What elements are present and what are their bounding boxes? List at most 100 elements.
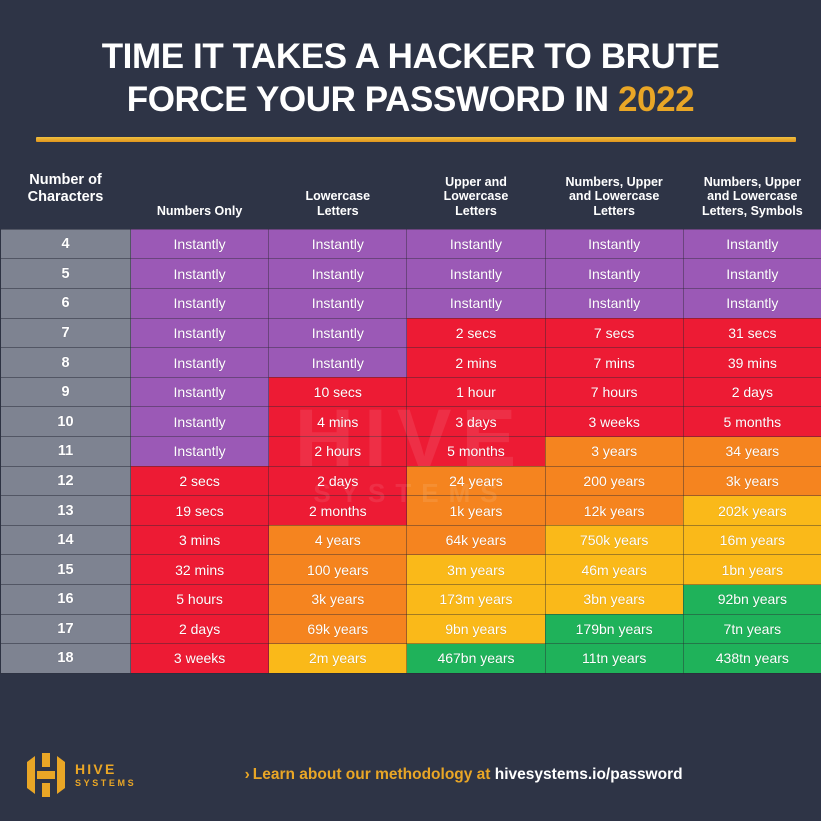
crack-time-cell: Instantly — [682, 288, 821, 319]
crack-time-cell: 2 days — [268, 465, 408, 497]
crack-time-cell: 4 mins — [268, 406, 408, 438]
column-header-line: Lowercase — [443, 189, 509, 204]
crack-time-cell: 10 secs — [268, 376, 408, 408]
column-header-line: Characters — [27, 189, 104, 206]
crack-time-cell: Instantly — [268, 317, 408, 349]
table-row: 14 3 mins 4 years 64k years 750k years 16m ye… — [0, 524, 821, 556]
column-header-line: Lowercase — [305, 189, 371, 204]
title-year: 2022 — [617, 79, 695, 119]
crack-time-cell: 2m years — [268, 643, 408, 674]
table-header: Number of Characters Numbers Only Lowercase… — [0, 157, 821, 230]
crack-time-cell: Instantly — [406, 288, 546, 319]
crack-time-cell: 173m years — [406, 584, 546, 615]
table-row: 18 3 weeks 2m years 467bn years 11tn years 43… — [0, 643, 821, 674]
crack-time-cell: 2 hours — [268, 436, 408, 467]
crack-time-cell: 11tn years — [544, 643, 684, 674]
crack-time-cell: 31 secs — [682, 317, 821, 349]
crack-time-cell: Instantly — [682, 258, 821, 290]
crack-time-cell: 16m years — [682, 524, 821, 556]
table-row: 10 Instantly 4 mins 3 days 3 weeks 5 months — [0, 406, 821, 438]
crack-time-cell: Instantly — [406, 258, 546, 290]
column-header-line: Letters, Symbols — [701, 204, 803, 219]
character-count-cell: 18 — [0, 643, 131, 674]
column-header-line: Letters — [455, 204, 497, 219]
title-line-1: TIME IT TAKES A HACKER TO BRUTE — [101, 37, 720, 76]
crack-time-cell: 3 years — [544, 436, 684, 467]
crack-time-cell: 5 months — [682, 406, 821, 438]
column-header-line: Numbers Only — [156, 204, 243, 219]
crack-time-cell: 64k years — [406, 524, 546, 556]
crack-time-cell: Instantly — [544, 228, 684, 260]
crack-time-cell: 19 secs — [129, 495, 270, 526]
table-row: 11 Instantly 2 hours 5 months 3 years 34 year… — [0, 436, 821, 467]
crack-time-cell: 3k years — [268, 584, 408, 615]
crack-time-cell: 7 mins — [544, 347, 684, 378]
character-count-cell: 7 — [0, 317, 131, 349]
crack-time-cell: 179bn years — [544, 613, 684, 645]
chevron-right-icon: › — [244, 766, 250, 783]
crack-time-cell: 3m years — [406, 554, 546, 585]
crack-time-cell: 32 mins — [129, 554, 270, 585]
crack-time-cell: 3bn years — [544, 584, 684, 615]
hive-systems-logo[interactable]: HIVE SYSTEMS — [26, 751, 136, 799]
crack-time-cell: 3k years — [682, 465, 821, 497]
crack-time-cell: 1k years — [406, 495, 546, 526]
crack-time-cell: Instantly — [268, 347, 408, 378]
character-count-cell: 17 — [0, 613, 131, 645]
table-row: 13 19 secs 2 months 1k years 12k years 202k y… — [0, 495, 821, 526]
password-crack-time-table: Number of Characters Numbers Only Lowercase… — [0, 157, 821, 674]
crack-time-cell: 2 mins — [406, 347, 546, 378]
crack-time-cell: Instantly — [544, 288, 684, 319]
logo-word-hive: HIVE — [75, 760, 117, 777]
crack-time-cell: 5 months — [406, 436, 546, 467]
crack-time-cell: 34 years — [682, 436, 821, 467]
hive-systems-wordmark: HIVE SYSTEMS — [75, 762, 136, 788]
column-header-line: Number of — [29, 171, 102, 188]
crack-time-cell: 202k years — [682, 495, 821, 526]
crack-time-cell: Instantly — [129, 406, 270, 438]
methodology-link[interactable]: › Learn about our methodology at hivesyst… — [136, 766, 821, 784]
crack-time-cell: Instantly — [129, 376, 270, 408]
crack-time-cell: 1 hour — [406, 376, 546, 408]
crack-time-cell: 24 years — [406, 465, 546, 497]
crack-time-cell: 2 secs — [129, 465, 270, 497]
table-row: 7 Instantly Instantly 2 secs 7 secs 31 secs — [0, 317, 821, 349]
gold-divider — [36, 137, 796, 143]
character-count-cell: 15 — [0, 554, 131, 585]
table-body: 4 Instantly Instantly Instantly Instantly Ins… — [0, 228, 821, 674]
table-row: 17 2 days 69k years 9bn years 179bn years 7tn… — [0, 613, 821, 645]
character-count-cell: 9 — [0, 376, 131, 408]
crack-time-cell: 467bn years — [406, 643, 546, 674]
crack-time-cell: 1bn years — [682, 554, 821, 585]
infographic-header: TIME IT TAKES A HACKER TO BRUTE FORCE YO… — [0, 0, 821, 143]
table-header-row: Number of Characters Numbers Only Lowercase… — [0, 157, 821, 230]
crack-time-cell: Instantly — [682, 228, 821, 260]
crack-time-cell: Instantly — [268, 258, 408, 290]
crack-time-cell: Instantly — [129, 317, 270, 349]
column-header-line: Numbers, Upper — [703, 174, 801, 189]
crack-time-cell: 3 weeks — [129, 643, 270, 674]
table-row: 9 Instantly 10 secs 1 hour 7 hours 2 days — [0, 376, 821, 408]
page-title: TIME IT TAKES A HACKER TO BRUTE FORCE YO… — [36, 36, 785, 121]
crack-time-cell: Instantly — [129, 288, 270, 319]
column-header-line: Letters — [316, 204, 359, 219]
crack-time-cell: 2 secs — [406, 317, 546, 349]
crack-time-cell: 2 months — [268, 495, 408, 526]
crack-time-cell: 750k years — [544, 524, 684, 556]
crack-time-cell: 7 secs — [544, 317, 684, 349]
crack-time-cell: Instantly — [544, 258, 684, 290]
crack-time-cell: Instantly — [268, 288, 408, 319]
crack-time-cell: Instantly — [129, 258, 270, 290]
crack-time-cell: 39 mins — [682, 347, 821, 378]
column-header-line: Letters — [593, 204, 635, 219]
methodology-link-text: Learn about our methodology at — [252, 766, 495, 783]
methodology-url: hivesystems.io/password — [494, 766, 683, 783]
column-header-5: Numbers, Upper and Lowercase Letters, Symb… — [683, 157, 821, 230]
crack-time-cell: 3 days — [406, 406, 546, 438]
character-count-cell: 6 — [0, 288, 131, 319]
crack-time-cell: 438tn years — [682, 643, 821, 674]
crack-time-cell: 12k years — [544, 495, 684, 526]
column-header-line: Numbers, Upper — [565, 174, 663, 189]
crack-time-cell: 7tn years — [682, 613, 821, 645]
crack-time-cell: 69k years — [268, 613, 408, 645]
